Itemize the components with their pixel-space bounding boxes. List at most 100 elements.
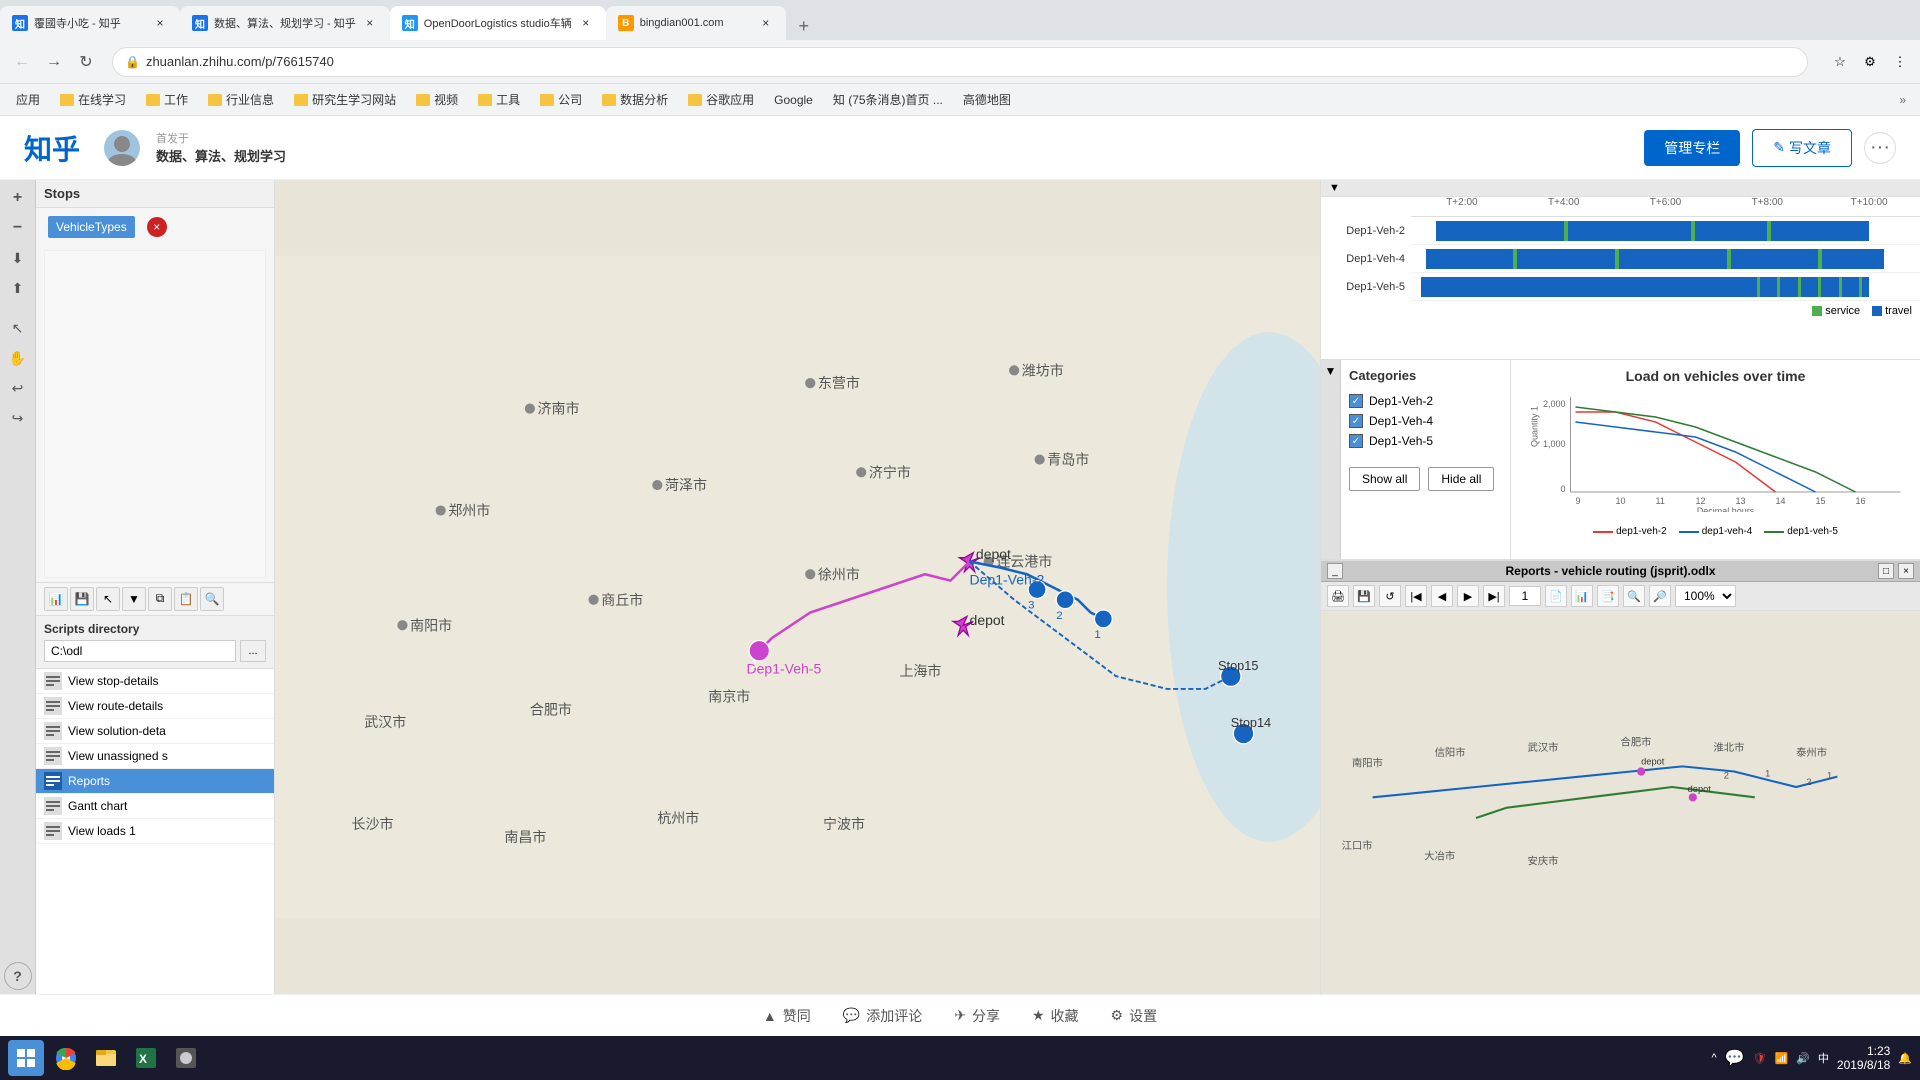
systray-wechat-icon[interactable]: 💬: [1725, 1048, 1745, 1068]
action-btn-save[interactable]: 💾: [70, 587, 94, 611]
action-btn-view[interactable]: 📊: [44, 587, 68, 611]
extensions-icon[interactable]: ⚙: [1858, 50, 1882, 74]
sidebar-zoom-in[interactable]: +: [4, 184, 32, 212]
taskbar-app-icon[interactable]: [168, 1040, 204, 1076]
sidebar-redo[interactable]: ↪: [4, 404, 32, 432]
tab-close-1[interactable]: ×: [152, 15, 168, 31]
taskbar-chrome-icon[interactable]: [48, 1040, 84, 1076]
reports-export-excel-button[interactable]: 📊: [1571, 585, 1593, 607]
thumbs-up-action[interactable]: ▲ 赞同: [763, 1006, 811, 1026]
share-action[interactable]: ✈ 分享: [954, 1006, 1000, 1026]
script-item-view-loads[interactable]: View loads 1: [36, 819, 274, 844]
bookmark-google[interactable]: Google: [766, 91, 821, 109]
address-bar[interactable]: 🔒 zhuanlan.zhihu.com/p/76615740: [112, 47, 1808, 77]
bookmark-tools[interactable]: 工具: [470, 89, 528, 110]
show-all-button[interactable]: Show all: [1349, 467, 1420, 491]
reports-prev-page-button[interactable]: ◀: [1431, 585, 1453, 607]
bookmark-data-analysis[interactable]: 数据分析: [594, 89, 676, 110]
reports-save-button[interactable]: 💾: [1353, 585, 1375, 607]
gantt-collapse-button[interactable]: ▼: [1329, 182, 1340, 194]
sidebar-select-tool[interactable]: ↖: [4, 314, 32, 342]
close-vehicle-types-button[interactable]: ×: [147, 217, 167, 237]
bookmark-star-icon[interactable]: ☆: [1828, 50, 1852, 74]
category-checkbox-2[interactable]: ✓: [1349, 414, 1363, 428]
bookmark-online-learning[interactable]: 在线学习: [52, 89, 134, 110]
reports-page-input[interactable]: [1509, 586, 1541, 606]
taskbar-excel-icon[interactable]: X: [128, 1040, 164, 1076]
bookmark-industry[interactable]: 行业信息: [200, 89, 282, 110]
reports-zoom-select[interactable]: 100% 75% 125% 150%: [1675, 585, 1736, 607]
script-item-reports[interactable]: Reports: [36, 769, 274, 794]
reports-export-button[interactable]: 📄: [1545, 585, 1567, 607]
sidebar-help[interactable]: ?: [4, 962, 32, 990]
scripts-browse-button[interactable]: ...: [240, 640, 266, 662]
write-article-button[interactable]: ✎ 写文章: [1752, 129, 1852, 167]
back-button[interactable]: ←: [8, 48, 36, 76]
sidebar-tool-4[interactable]: ⬆: [4, 274, 32, 302]
tab-close-4[interactable]: ×: [758, 15, 774, 31]
systray-show-hidden-icon[interactable]: ^: [1711, 1052, 1716, 1064]
sidebar-pan-tool[interactable]: ✋: [4, 344, 32, 372]
reports-print-button[interactable]: 🖨: [1327, 585, 1349, 607]
reports-next-page-button[interactable]: ▶: [1457, 585, 1479, 607]
taskbar-time[interactable]: 1:23 2019/8/18: [1837, 1044, 1890, 1072]
sidebar-undo[interactable]: ↩: [4, 374, 32, 402]
script-item-view-route-details[interactable]: View route-details: [36, 694, 274, 719]
hide-all-button[interactable]: Hide all: [1428, 467, 1494, 491]
script-item-view-stop-details[interactable]: View stop-details: [36, 669, 274, 694]
tab-close-2[interactable]: ×: [362, 15, 378, 31]
bookmark-google-apps[interactable]: 谷歌应用: [680, 89, 762, 110]
bookmark-work[interactable]: 工作: [138, 89, 196, 110]
bookmark-gaode[interactable]: 高德地图: [955, 89, 1019, 110]
sidebar-zoom-out[interactable]: −: [4, 214, 32, 242]
action-btn-copy[interactable]: ⧉: [148, 587, 172, 611]
collect-action[interactable]: ★ 收藏: [1032, 1006, 1079, 1026]
more-options-button[interactable]: ···: [1864, 132, 1896, 164]
category-checkbox-1[interactable]: ✓: [1349, 394, 1363, 408]
bookmark-zhihu-home[interactable]: 知 (75条消息)首页 ...: [825, 89, 951, 110]
tab-3[interactable]: 知 OpenDoorLogistics studio车辆 ×: [390, 6, 606, 40]
bookmark-video[interactable]: 视频: [408, 89, 466, 110]
tab-4[interactable]: B bingdian001.com ×: [606, 6, 786, 40]
bookmark-apps[interactable]: 应用: [8, 89, 48, 110]
bookmark-company[interactable]: 公司: [532, 89, 590, 110]
script-item-gantt[interactable]: Gantt chart: [36, 794, 274, 819]
action-btn-select[interactable]: ↖: [96, 587, 120, 611]
systray-antivirus-icon[interactable]: 🛡: [1753, 1052, 1767, 1065]
comment-action[interactable]: 💬 添加评论: [843, 1006, 922, 1026]
reports-zoom-in-button[interactable]: 🔍: [1623, 585, 1645, 607]
systray-ime-icon[interactable]: 中: [1818, 1050, 1829, 1066]
new-tab-button[interactable]: +: [790, 12, 818, 40]
action-btn-filter[interactable]: ▼: [122, 587, 146, 611]
map-area[interactable]: 济南市 东营市 潍坊市 郑州市 菏泽市 济宁市 青岛市 南阳市 商丘市 徐州市 …: [275, 180, 1320, 994]
vehicle-types-item[interactable]: VehicleTypes: [48, 216, 135, 238]
categories-collapse-button[interactable]: ▼: [1321, 360, 1341, 559]
taskbar-explorer-icon[interactable]: [88, 1040, 124, 1076]
tab-2[interactable]: 知 数据、算法、规划学习 - 知乎 ×: [180, 6, 390, 40]
refresh-button[interactable]: ↻: [72, 48, 100, 76]
reports-minimize-button[interactable]: _: [1327, 563, 1343, 579]
action-btn-search[interactable]: 🔍: [200, 587, 224, 611]
reports-export-pdf-button[interactable]: 📑: [1597, 585, 1619, 607]
script-item-view-solution[interactable]: View solution-deta: [36, 719, 274, 744]
action-btn-paste[interactable]: 📋: [174, 587, 198, 611]
reports-first-page-button[interactable]: |◀: [1405, 585, 1427, 607]
start-button[interactable]: [8, 1040, 44, 1076]
reports-zoom-out-button[interactable]: 🔎: [1649, 585, 1671, 607]
reports-last-page-button[interactable]: ▶|: [1483, 585, 1505, 607]
bookmark-research[interactable]: 研究生学习网站: [286, 89, 404, 110]
reports-refresh-button[interactable]: ↺: [1379, 585, 1401, 607]
settings-action[interactable]: ⚙ 设置: [1111, 1006, 1158, 1026]
tab-1[interactable]: 知 覆國寺小吃 - 知乎 ×: [0, 6, 180, 40]
menu-icon[interactable]: ⋮: [1888, 50, 1912, 74]
tab-close-3[interactable]: ×: [578, 15, 594, 31]
systray-notification-icon[interactable]: 🔔: [1898, 1052, 1912, 1065]
systray-wifi-icon[interactable]: 📶: [1775, 1052, 1789, 1065]
bookmark-more-button[interactable]: »: [1893, 91, 1912, 109]
systray-volume-icon[interactable]: 🔊: [1796, 1052, 1810, 1065]
script-item-view-unassigned[interactable]: View unassigned s: [36, 744, 274, 769]
category-checkbox-3[interactable]: ✓: [1349, 434, 1363, 448]
manage-column-button[interactable]: 管理专栏: [1644, 130, 1740, 166]
sidebar-tool-3[interactable]: ⬇: [4, 244, 32, 272]
forward-button[interactable]: →: [40, 48, 68, 76]
